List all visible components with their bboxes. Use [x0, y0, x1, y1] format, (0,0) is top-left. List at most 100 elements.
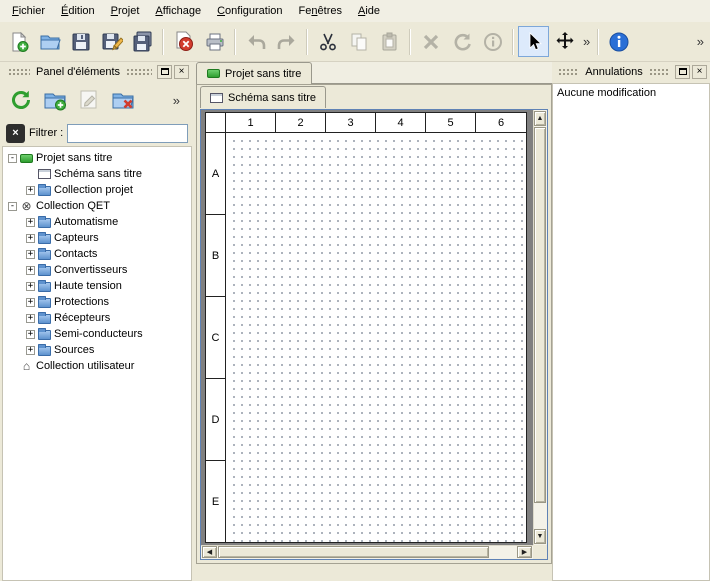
tree-item-capteurs[interactable]: + Capteurs: [3, 230, 191, 246]
paste-icon: [379, 31, 401, 53]
column-header: 3: [326, 113, 376, 132]
delete-element-button[interactable]: [108, 85, 138, 115]
panel-overflow-button[interactable]: »: [170, 93, 183, 108]
cut-button[interactable]: [312, 26, 343, 57]
expander-icon[interactable]: +: [26, 234, 35, 243]
expander-icon[interactable]: +: [26, 250, 35, 259]
close-file-button[interactable]: [168, 26, 199, 57]
dock-grip-handle[interactable]: [8, 68, 30, 75]
filter-label: Filtrer :: [29, 127, 63, 139]
filter-input[interactable]: [67, 124, 188, 143]
new-element-icon: [43, 88, 67, 112]
menu-projet[interactable]: Projet: [103, 2, 148, 20]
scroll-left-button[interactable]: ◀: [202, 546, 217, 558]
menu-edition[interactable]: Édition: [53, 2, 103, 20]
tree-item-recepteurs[interactable]: + Récepteurs: [3, 310, 191, 326]
horizontal-scrollbar-thumb[interactable]: [218, 546, 489, 558]
dock-grip-handle[interactable]: [126, 68, 152, 75]
undo-dock-titlebar: Annulations ×: [552, 63, 710, 80]
redo-button[interactable]: [271, 26, 302, 57]
arrow-up-icon: ▲: [537, 115, 544, 122]
expander-icon[interactable]: +: [26, 314, 35, 323]
dock-close-button[interactable]: ×: [174, 65, 189, 79]
expander-icon[interactable]: +: [26, 346, 35, 355]
dock-close-button[interactable]: ×: [692, 65, 707, 79]
expander-icon[interactable]: +: [26, 266, 35, 275]
menu-aide[interactable]: Aide: [350, 2, 388, 20]
arrow-right-icon: ▶: [522, 548, 527, 556]
scroll-right-button[interactable]: ▶: [517, 546, 532, 558]
tree-item-semi-conducteurs[interactable]: + Semi-conducteurs: [3, 326, 191, 342]
tree-item-contacts[interactable]: + Contacts: [3, 246, 191, 262]
vertical-scrollbar[interactable]: ▲ ▼: [533, 110, 547, 545]
tree-item-automatisme[interactable]: + Automatisme: [3, 214, 191, 230]
printer-icon: [204, 31, 226, 53]
about-info-button[interactable]: [603, 26, 634, 57]
expander-icon[interactable]: +: [26, 330, 35, 339]
new-element-button[interactable]: [40, 85, 70, 115]
clear-filter-button[interactable]: ×: [6, 124, 25, 143]
tree-item-protections[interactable]: + Protections: [3, 294, 191, 310]
expander-icon[interactable]: -: [8, 154, 17, 163]
tree-item-schema-sans-titre[interactable]: Schéma sans titre: [3, 166, 191, 182]
dock-grip-handle[interactable]: [558, 68, 579, 75]
copy-button[interactable]: [343, 26, 374, 57]
folder-icon: [38, 234, 51, 244]
save-as-pencil-icon: [101, 31, 123, 53]
tree-item-haute-tension[interactable]: + Haute tension: [3, 278, 191, 294]
expander-icon[interactable]: -: [8, 202, 17, 211]
save-as-button[interactable]: [96, 26, 127, 57]
dock-float-button[interactable]: [675, 65, 690, 79]
paste-button[interactable]: [374, 26, 405, 57]
toolbar-overflow-button[interactable]: »: [580, 34, 593, 49]
undo-button[interactable]: [240, 26, 271, 57]
expander-icon[interactable]: +: [26, 282, 35, 291]
row-header: A: [206, 133, 225, 215]
select-tool-button[interactable]: [518, 26, 549, 57]
delete-button[interactable]: [415, 26, 446, 57]
tree-item-collection-projet[interactable]: + Collection projet: [3, 182, 191, 198]
dock-float-button[interactable]: [157, 65, 172, 79]
save-all-button[interactable]: [127, 26, 158, 57]
expander-icon[interactable]: +: [26, 218, 35, 227]
new-file-button[interactable]: [3, 26, 34, 57]
tree-item-collection-qet[interactable]: - ⊗ Collection QET: [3, 198, 191, 214]
diagram-view: 1 2 3 4 5 6 A B C D E ▲: [200, 109, 548, 560]
schema-paper[interactable]: 1 2 3 4 5 6 A B C D E: [205, 112, 527, 543]
project-icon: [20, 154, 33, 163]
menu-fenetres[interactable]: Fenêtres: [291, 2, 350, 20]
horizontal-scrollbar[interactable]: ◀ ▶: [201, 545, 533, 559]
save-button[interactable]: [65, 26, 96, 57]
menu-configuration[interactable]: Configuration: [209, 2, 290, 20]
expander-icon[interactable]: +: [26, 298, 35, 307]
tree-item-sources[interactable]: + Sources: [3, 342, 191, 358]
tab-projet-sans-titre[interactable]: Projet sans titre: [196, 62, 312, 84]
reload-collections-button[interactable]: [6, 85, 36, 115]
toolbar-overflow-button-2[interactable]: »: [694, 34, 707, 49]
scroll-down-button[interactable]: ▼: [534, 529, 546, 544]
menubar: Fichier Édition Projet Affichage Configu…: [0, 0, 710, 22]
tree-item-collection-utilisateur[interactable]: ⌂ Collection utilisateur: [3, 358, 191, 374]
schema-grid-canvas[interactable]: [227, 134, 526, 542]
vertical-scrollbar-thumb[interactable]: [534, 127, 546, 503]
dock-grip-handle[interactable]: [649, 68, 670, 75]
menu-fichier[interactable]: Fichier: [4, 2, 53, 20]
folder-icon: [38, 330, 51, 340]
rotate-button[interactable]: [446, 26, 477, 57]
tree-item-projet-sans-titre[interactable]: - Projet sans titre: [3, 150, 191, 166]
undo-history-item[interactable]: Aucune modification: [553, 84, 709, 102]
edit-element-button[interactable]: [74, 85, 104, 115]
scroll-up-button[interactable]: ▲: [534, 111, 546, 126]
project-icon: [207, 69, 220, 78]
expander-icon[interactable]: +: [26, 186, 35, 195]
column-header: 4: [376, 113, 426, 132]
rotate-icon: [451, 31, 473, 53]
object-info-button[interactable]: [477, 26, 508, 57]
tab-schema-sans-titre[interactable]: Schéma sans titre: [200, 86, 326, 108]
print-button[interactable]: [199, 26, 230, 57]
info-circle-icon: [482, 31, 504, 53]
tree-item-convertisseurs[interactable]: + Convertisseurs: [3, 262, 191, 278]
menu-affichage[interactable]: Affichage: [147, 2, 209, 20]
move-tool-button[interactable]: [549, 26, 580, 57]
open-file-button[interactable]: [34, 26, 65, 57]
